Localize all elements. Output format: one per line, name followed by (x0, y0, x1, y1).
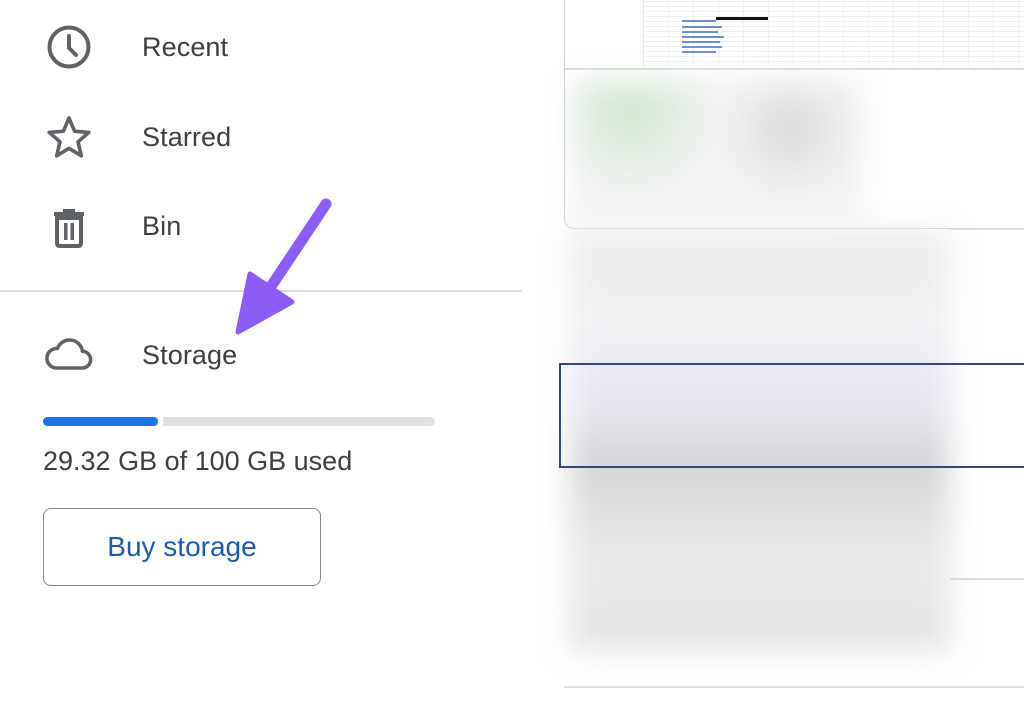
nav-item-label: Bin (142, 210, 182, 241)
nav-item-recent[interactable]: Recent (0, 17, 520, 77)
document-thumbnail (643, 0, 1024, 66)
annotation-arrow-icon (235, 198, 332, 335)
trash-icon (43, 200, 95, 252)
nav-item-label: Starred (142, 121, 232, 152)
storage-usage-text: 29.32 GB of 100 GB used (43, 446, 353, 476)
storage-label: Storage (142, 339, 238, 370)
clock-icon (43, 21, 95, 73)
nav-item-label: Recent (142, 31, 229, 62)
storage-usage-fill (43, 417, 158, 426)
file-list-background (522, 0, 1024, 709)
nav-item-starred[interactable]: Starred (0, 107, 520, 167)
selected-item-outline (559, 363, 1024, 468)
star-icon (43, 111, 95, 163)
buy-storage-button[interactable]: Buy storage (43, 508, 321, 586)
file-card[interactable] (564, 0, 1024, 229)
cloud-icon (43, 329, 95, 381)
navigation-drawer: Recent Starred Bin Storage 29.32 GB of 1… (0, 0, 522, 709)
storage-usage-bar (43, 417, 435, 426)
